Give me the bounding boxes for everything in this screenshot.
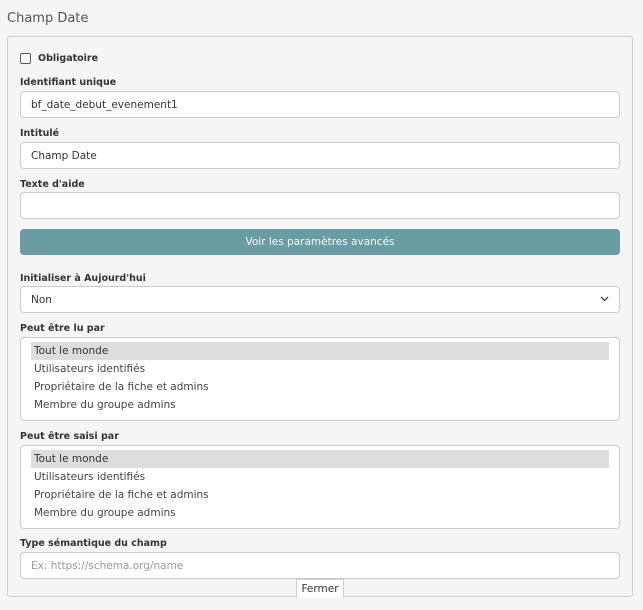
help-label: Texte d'aide: [20, 179, 85, 190]
field-settings-panel: Obligatoire Identifiant unique bf_date_d…: [7, 36, 633, 598]
init-today-value: Non: [31, 293, 52, 306]
identifier-input[interactable]: bf_date_debut_evenement1: [20, 91, 620, 118]
write-by-label: Peut être saisi par: [20, 431, 119, 442]
write-by-option[interactable]: Utilisateurs identifiés: [31, 468, 609, 486]
init-today-select[interactable]: Non: [20, 286, 620, 313]
read-by-option[interactable]: Propriétaire de la fiche et admins: [31, 378, 609, 396]
advanced-settings-button[interactable]: Voir les paramètres avancés: [20, 229, 620, 255]
write-by-option[interactable]: Tout le monde: [31, 450, 609, 468]
close-button[interactable]: Fermer: [296, 579, 344, 598]
required-checkbox-row[interactable]: Obligatoire: [20, 53, 98, 64]
read-by-listbox[interactable]: Tout le monde Utilisateurs identifiés Pr…: [20, 337, 620, 421]
write-by-option[interactable]: Membre du groupe admins: [31, 504, 609, 522]
read-by-option[interactable]: Tout le monde: [31, 342, 609, 360]
title-label: Intitulé: [20, 128, 60, 139]
title-input[interactable]: Champ Date: [20, 142, 620, 169]
read-by-option[interactable]: Utilisateurs identifiés: [31, 360, 609, 378]
required-checkbox[interactable]: [20, 53, 31, 64]
read-by-option[interactable]: Membre du groupe admins: [31, 396, 609, 414]
write-by-listbox[interactable]: Tout le monde Utilisateurs identifiés Pr…: [20, 445, 620, 529]
semantic-type-label: Type sémantique du champ: [20, 538, 167, 549]
init-today-label: Initialiser à Aujourd'hui: [20, 273, 146, 284]
read-by-label: Peut être lu par: [20, 323, 105, 334]
write-by-option[interactable]: Propriétaire de la fiche et admins: [31, 486, 609, 504]
panel-title: Champ Date: [7, 11, 89, 26]
chevron-down-icon: [600, 295, 609, 305]
semantic-type-input[interactable]: Ex: https://schema.org/name: [20, 552, 620, 579]
identifier-label: Identifiant unique: [20, 77, 117, 88]
required-label: Obligatoire: [38, 53, 99, 64]
help-input[interactable]: [20, 192, 620, 219]
